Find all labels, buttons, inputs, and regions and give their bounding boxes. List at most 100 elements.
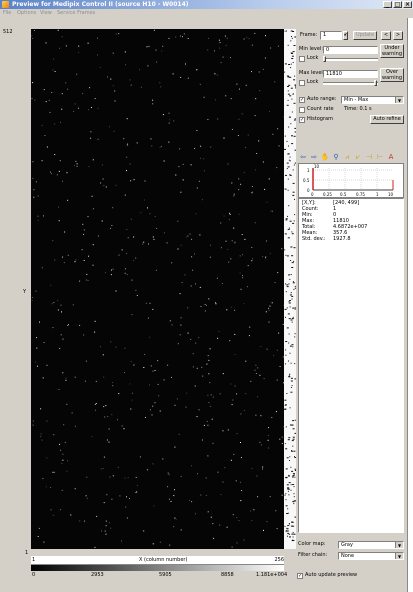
menu-options[interactable]: Options (17, 10, 36, 17)
hit-pixel (243, 303, 245, 305)
max-level-slider[interactable] (323, 82, 378, 85)
hit-pixel (170, 501, 172, 502)
edge-noise-pixel (289, 160, 291, 162)
hit-pixel (32, 161, 34, 163)
hit-pixel (233, 453, 235, 455)
histogram-svg: 10 1 0.5 0 0 0.25 0.5 0.75 1 10 (303, 164, 394, 197)
hit-pixel (66, 172, 68, 174)
color-map-select[interactable]: Gray ▼ (338, 541, 404, 549)
auto-range-select[interactable]: Min - Max ▼ (341, 96, 404, 104)
chevron-down-icon[interactable]: ▼ (395, 553, 403, 559)
right-scroll-edge[interactable] (407, 18, 413, 592)
marker-right-icon[interactable]: ⊢ (375, 152, 385, 162)
hit-pixel (276, 528, 278, 530)
filter-chain-select[interactable]: None ▼ (338, 552, 404, 560)
hit-pixel (180, 244, 182, 246)
update-button[interactable]: Update (353, 31, 377, 40)
auto-update-checkbox[interactable]: ✓ (297, 573, 303, 579)
next-frame-button[interactable]: > (393, 31, 403, 40)
hit-pixel (254, 115, 256, 117)
hit-pixel (53, 434, 55, 436)
hit-pixel (103, 502, 105, 504)
histogram-checkbox[interactable]: ✓ (299, 117, 305, 123)
edge-noise-pixel (290, 246, 293, 248)
max-level-input[interactable]: 11810 (323, 70, 378, 78)
hit-pixel (54, 471, 56, 473)
arrow-right-icon[interactable]: ⇨ (309, 152, 319, 162)
hit-pixel (244, 409, 245, 411)
hit-pixel (230, 383, 232, 385)
auto-refine-button[interactable]: Auto refine (370, 115, 404, 124)
chevron-down-icon[interactable]: ▼ (395, 542, 403, 548)
hit-pixel (204, 310, 206, 312)
hit-pixel (214, 73, 216, 75)
frame-input[interactable]: 1 (320, 31, 342, 40)
hit-pixel (199, 286, 201, 288)
hit-pixel (182, 36, 183, 38)
auto-range-checkbox[interactable]: ✓ (299, 97, 305, 103)
hit-pixel (252, 191, 254, 193)
minimize-button[interactable]: _ (383, 1, 392, 8)
edge-noise-pixel (288, 301, 290, 303)
hit-pixel (85, 279, 87, 281)
text-tool-icon[interactable]: A (386, 152, 396, 162)
hit-pixel (112, 207, 114, 209)
hit-pixel (200, 494, 202, 496)
hit-pixel (126, 274, 128, 275)
menu-file[interactable]: File (3, 10, 11, 17)
peak-right-icon[interactable]: ⩗ (353, 152, 363, 162)
hit-pixel (97, 235, 99, 237)
zoom-icon[interactable]: ⚲ (331, 152, 341, 162)
max-level-label: Max level: (299, 70, 325, 76)
close-button[interactable]: × (403, 1, 412, 8)
detector-image[interactable] (31, 29, 285, 549)
marker-left-icon[interactable]: ⊣ (364, 152, 374, 162)
hit-pixel (50, 284, 52, 286)
edge-noise-pixel (289, 294, 292, 296)
min-level-input[interactable]: 0 (323, 46, 378, 54)
maximize-button[interactable]: □ (393, 1, 402, 8)
edge-noise-pixel (292, 169, 294, 171)
hit-pixel (53, 58, 54, 60)
hit-pixel (185, 63, 186, 65)
hit-pixel (203, 96, 205, 98)
hit-pixel (60, 121, 61, 123)
min-level-slider-thumb[interactable] (323, 56, 326, 62)
arrow-left-icon[interactable]: ⇦ (298, 152, 308, 162)
edge-noise-pixel (293, 493, 295, 495)
histogram-plot[interactable]: 10 1 0.5 0 0 0.25 0.5 0.75 1 10 (298, 163, 404, 198)
edge-noise-pixel (289, 156, 291, 158)
over-warning-button[interactable]: Over warning (380, 68, 404, 82)
edge-noise-pixel (291, 143, 294, 145)
hit-pixel (276, 379, 278, 381)
prev-frame-button[interactable]: < (381, 31, 391, 40)
menu-view[interactable]: View (40, 10, 52, 17)
menu-service-frames[interactable]: Service Frames (57, 10, 95, 17)
hit-pixel (74, 103, 76, 105)
hit-pixel (126, 229, 128, 230)
peak-left-icon[interactable]: ⩘ (342, 152, 352, 162)
edge-noise-pixel (291, 540, 294, 542)
edge-noise-pixel (287, 313, 290, 315)
hand-icon[interactable]: ✋ (320, 152, 330, 162)
colorbar-tick: 2953 (91, 572, 104, 578)
hit-pixel (203, 170, 205, 172)
edge-noise-pixel (287, 532, 290, 534)
hit-pixel (243, 38, 245, 40)
max-lock-checkbox[interactable] (299, 80, 305, 86)
min-level-slider[interactable] (323, 58, 378, 61)
min-lock-checkbox[interactable] (299, 56, 305, 62)
hit-pixel (277, 128, 279, 130)
edge-noise-pixel (292, 428, 295, 430)
max-level-slider-thumb[interactable] (374, 80, 377, 86)
edge-noise-pixel (288, 283, 290, 285)
hit-pixel (67, 88, 69, 90)
hit-pixel (257, 367, 259, 369)
chevron-down-icon[interactable]: ▼ (395, 97, 403, 103)
hit-pixel (100, 468, 102, 470)
edge-noise-pixel (290, 87, 293, 89)
frame-spinner[interactable]: ▲▼ (343, 31, 348, 40)
edge-noise-pixel (284, 404, 286, 406)
count-rate-checkbox[interactable] (299, 107, 305, 113)
under-warning-button[interactable]: Under warning (380, 44, 404, 58)
